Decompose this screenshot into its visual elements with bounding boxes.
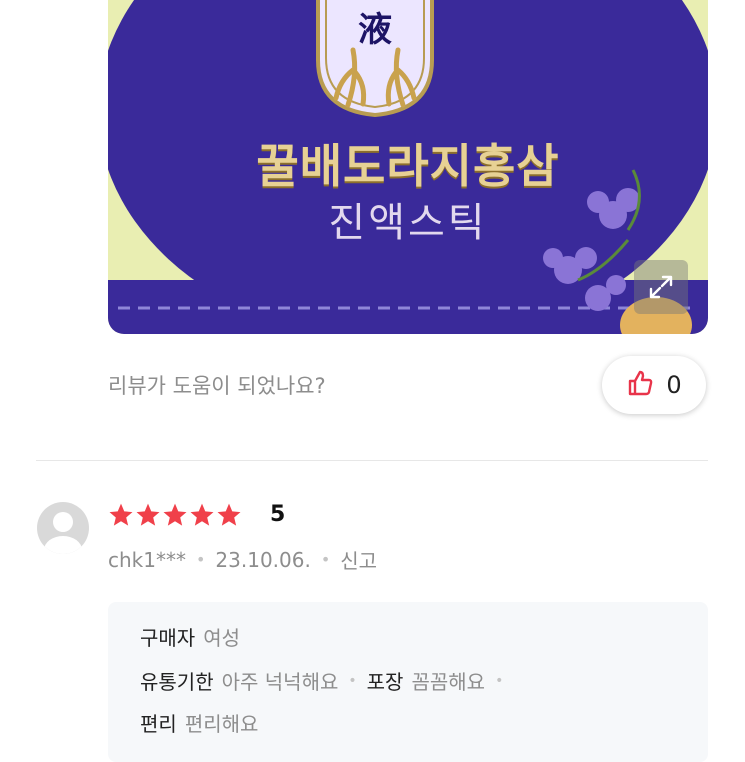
survey-key: 편리	[140, 712, 177, 736]
product-name-line1: 꿀배도라지홍삼	[256, 139, 560, 193]
helpful-question: 리뷰가 도움이 되었나요?	[108, 374, 326, 398]
reviewer-username: chk1***	[108, 547, 186, 572]
meta-separator: •	[195, 550, 206, 569]
survey-key: 포장	[366, 670, 404, 694]
star-icon	[190, 503, 214, 526]
survey-separator: •	[348, 672, 357, 689]
star-rating	[108, 502, 242, 528]
report-link[interactable]: 신고	[340, 545, 377, 574]
section-divider	[36, 460, 708, 461]
survey-value: 여성	[203, 626, 241, 650]
product-name-line2: 진액스틱	[328, 200, 488, 246]
star-icon	[163, 503, 187, 526]
review-meta: chk1*** • 23.10.06. • 신고	[108, 545, 377, 574]
survey-value: 꼼꼼해요	[411, 670, 486, 694]
thumbs-up-icon	[626, 369, 654, 401]
star-icon	[136, 503, 160, 526]
review-photo[interactable]: 液 꿀배도라지홍삼 진액스틱	[108, 0, 708, 334]
expand-photo-button[interactable]	[634, 260, 688, 314]
avatar-icon	[44, 512, 82, 554]
emblem-character: 液	[358, 10, 392, 50]
star-icon	[109, 503, 133, 526]
expand-icon	[648, 274, 674, 300]
like-count: 0	[666, 371, 682, 399]
survey-row: 유통기한 아주 넉넉해요 • 포장 꼼꼼해요 •	[140, 666, 505, 695]
survey-row: 구매자 여성	[140, 622, 240, 651]
review-survey-box: 구매자 여성 유통기한 아주 넉넉해요 • 포장 꼼꼼해요 • 편리 편리해요	[108, 602, 708, 762]
survey-value: 편리해요	[184, 712, 259, 736]
survey-key: 유통기한	[140, 670, 214, 694]
rating-value: 5	[270, 502, 286, 527]
review-date: 23.10.06.	[215, 547, 311, 572]
star-icon	[217, 503, 241, 526]
survey-key: 구매자	[140, 626, 196, 650]
avatar	[37, 502, 89, 554]
survey-value: 아주 넉넉해요	[221, 670, 339, 694]
meta-separator: •	[320, 550, 331, 569]
survey-row: 편리 편리해요	[140, 708, 258, 737]
survey-separator: •	[495, 672, 504, 689]
helpful-like-button[interactable]: 0	[602, 356, 706, 414]
